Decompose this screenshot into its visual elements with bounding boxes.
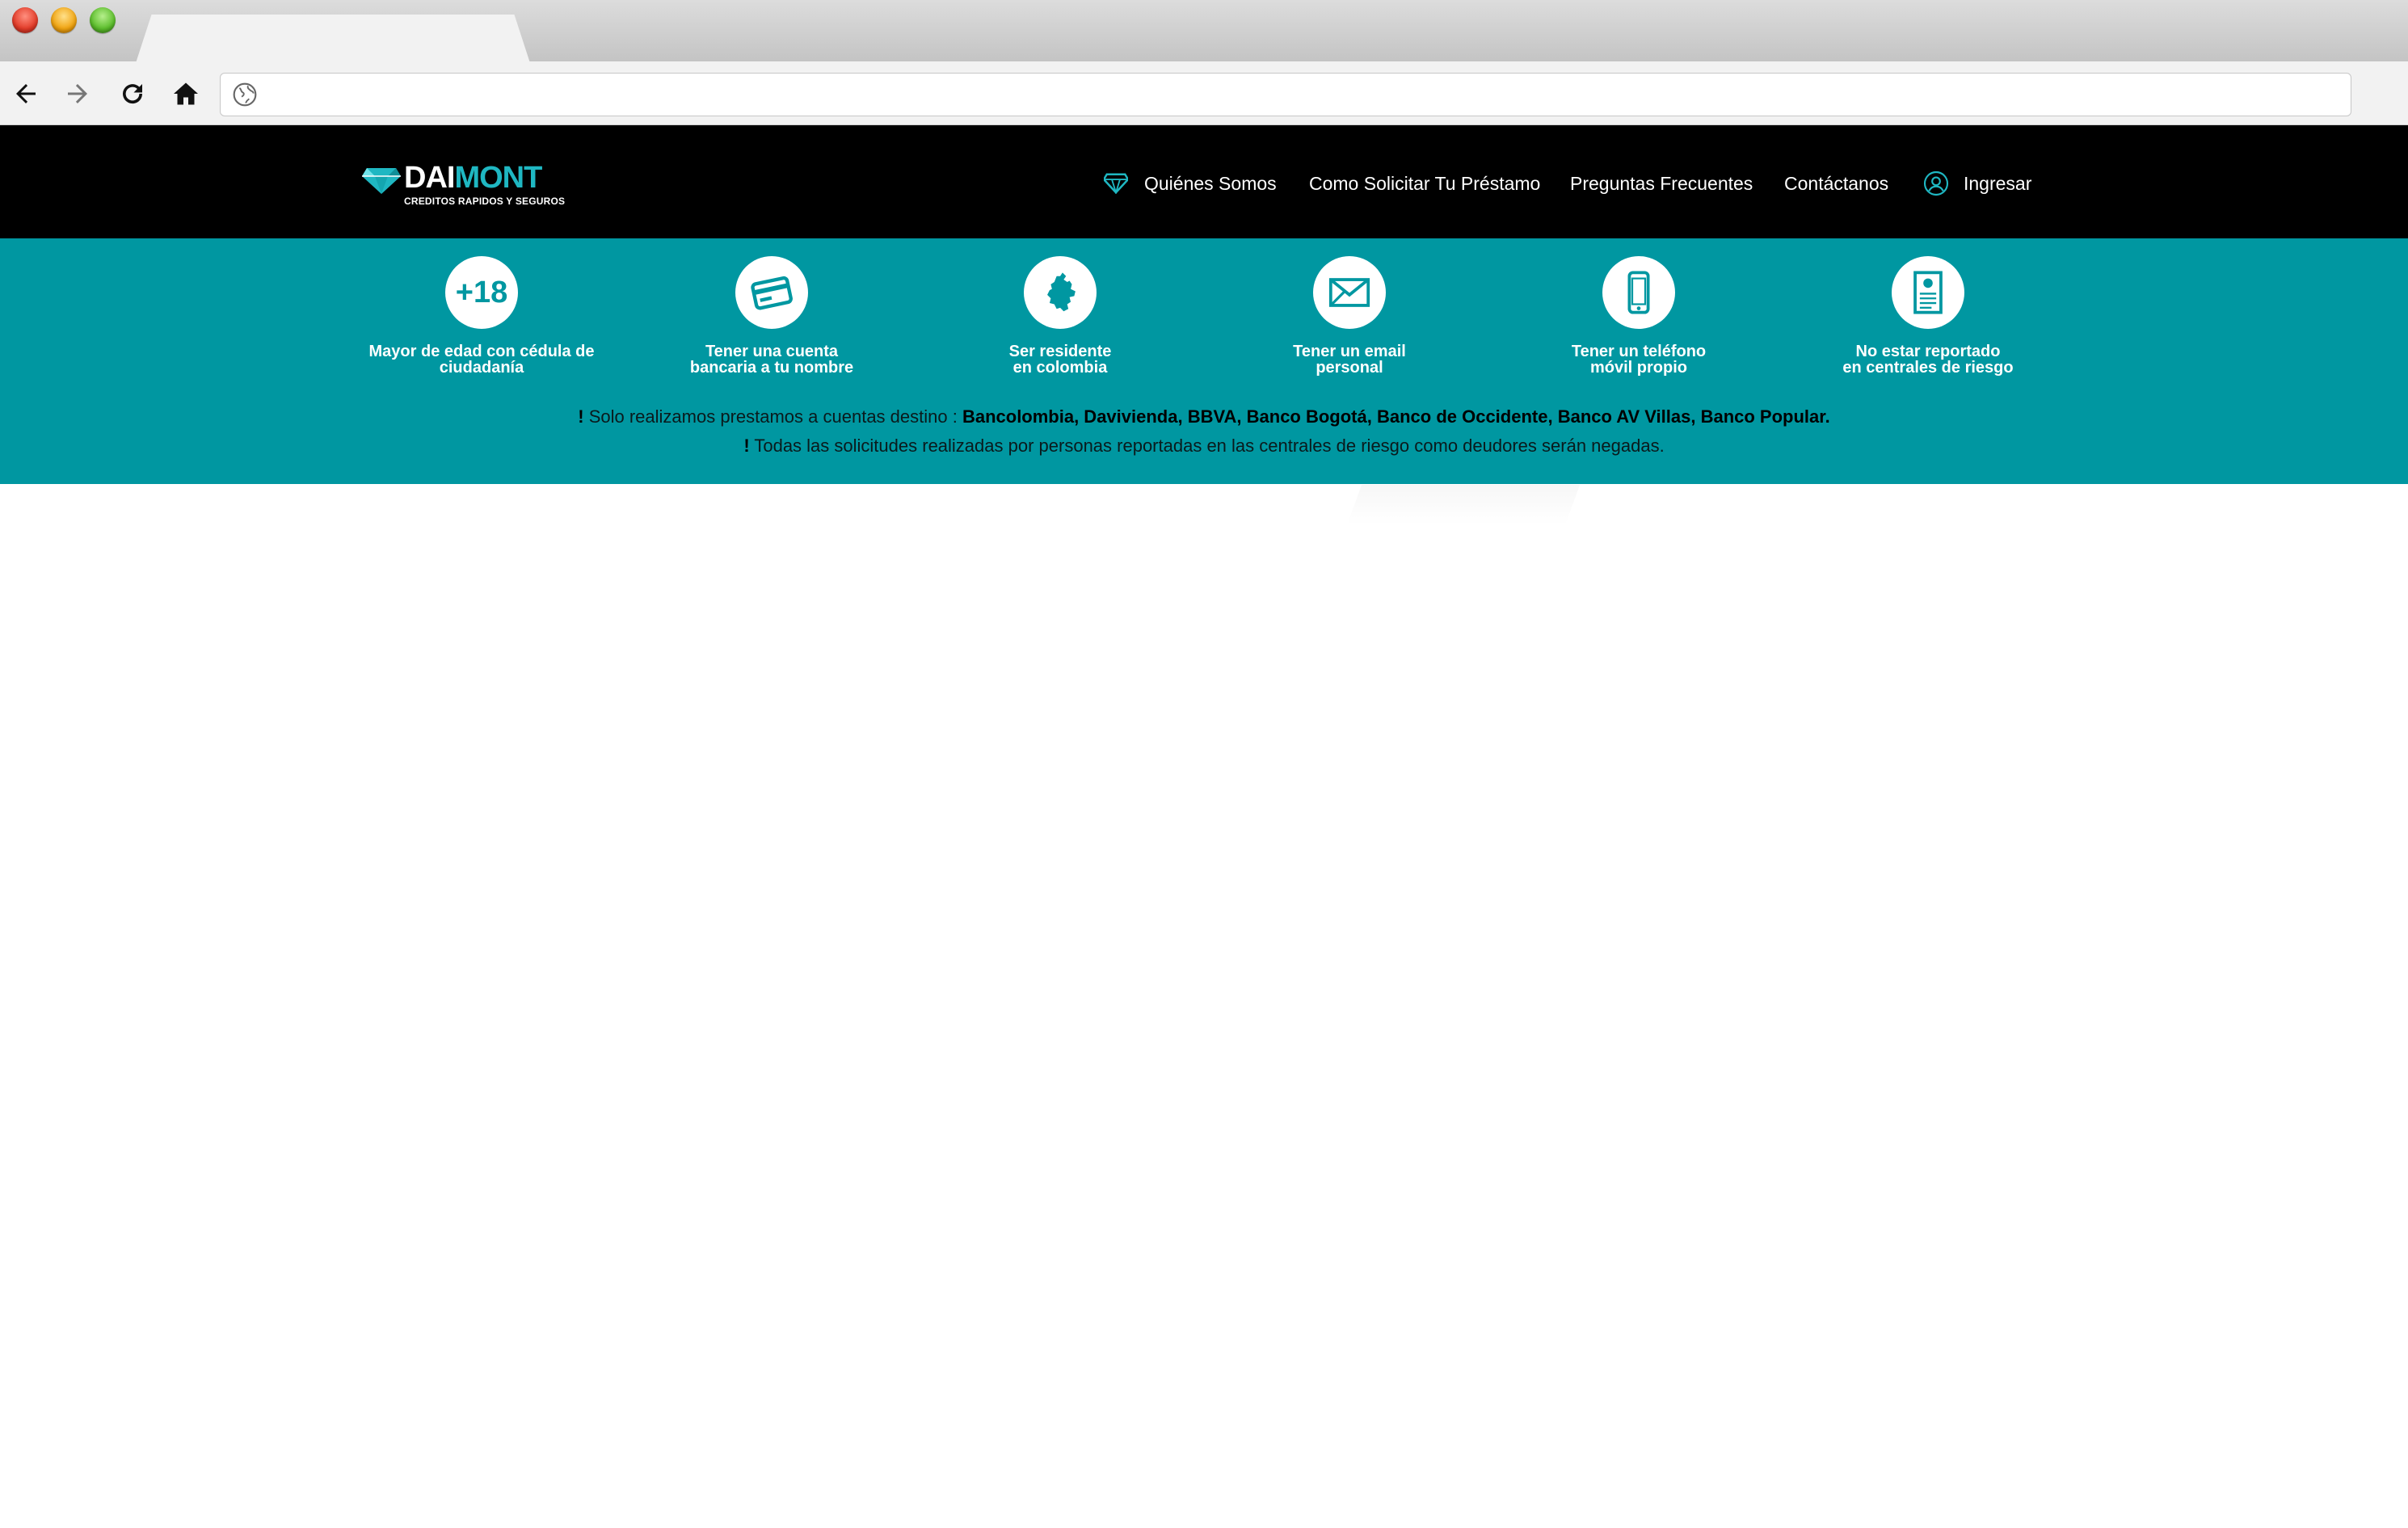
reload-button[interactable]	[116, 78, 149, 110]
minimize-window-button[interactable]	[51, 7, 77, 33]
logo-tagline: CREDITOS RAPIDOS Y SEGUROS	[404, 196, 566, 207]
mobile-phone-icon	[1627, 271, 1650, 314]
home-icon	[174, 82, 198, 105]
address-bar[interactable]	[220, 73, 2351, 116]
accepted-banks-list: Bancolombia, Davivienda, BBVA, Banco Bog…	[962, 406, 1830, 427]
nav-label: Ingresar	[1964, 172, 2032, 194]
requirement-label: Tener una cuenta bancaria a tu nombre	[689, 343, 854, 377]
globe-icon	[233, 82, 257, 107]
requirement-age: +18 Mayor de edad con cédula de ciudadan…	[360, 256, 603, 376]
diamond-icon	[1104, 173, 1128, 194]
decorative-shadow	[1346, 485, 1581, 525]
report-document-icon	[1913, 271, 1943, 314]
browser-toolbar	[0, 61, 2408, 125]
back-button[interactable]	[10, 78, 42, 110]
browser-tab[interactable]	[136, 15, 530, 63]
requirement-residence: Ser residente en colombia	[939, 256, 1181, 376]
arrow-left-icon	[16, 84, 36, 103]
requirement-phone: Tener un teléfono móvil propio	[1518, 256, 1760, 376]
diamond-logo-icon	[362, 168, 401, 194]
nav-label: Contáctanos	[1784, 172, 1889, 194]
reload-icon	[123, 84, 143, 104]
nav-preguntas-frecuentes[interactable]: Preguntas Frecuentes	[1570, 167, 1753, 200]
site-header: DAIMONT CREDITOS RAPIDOS Y SEGUROS Quién…	[0, 125, 2408, 238]
nav-como-solicitar[interactable]: Como Solicitar Tu Préstamo	[1309, 167, 1540, 200]
nav-ingresar[interactable]: Ingresar	[1923, 167, 2031, 200]
arrow-right-icon	[68, 84, 87, 103]
nav-label: Quiénes Somos	[1144, 172, 1277, 194]
credit-card-icon	[751, 276, 793, 310]
user-icon	[1923, 170, 1949, 196]
nav-contactanos[interactable]: Contáctanos	[1784, 167, 1888, 200]
notes: ! Solo realizamos prestamos a cuentas de…	[0, 402, 2408, 461]
nav-quienes-somos[interactable]: Quiénes Somos	[1104, 167, 1277, 200]
requirement-email: Tener un email personal	[1228, 256, 1471, 376]
requirement-label: No estar reportado en centrales de riesg…	[1842, 343, 2014, 377]
reported-debtors-note: ! Todas las solicitudes realizadas por p…	[743, 436, 1665, 456]
close-window-button[interactable]	[12, 7, 38, 33]
maximize-window-button[interactable]	[90, 7, 116, 33]
colombia-map-icon	[1047, 272, 1076, 312]
accepted-banks-note: ! Solo realizamos prestamos a cuentas de…	[578, 406, 1830, 427]
nav-label: Como Solicitar Tu Préstamo	[1309, 172, 1541, 194]
requirement-label: Mayor de edad con cédula de ciudadanía	[368, 343, 595, 377]
requirement-credit-report: No estar reportado en centrales de riesg…	[1807, 256, 2049, 376]
logo-wordmark: DAIMONT	[404, 161, 542, 195]
home-button[interactable]	[170, 78, 202, 110]
nav-label: Preguntas Frecuentes	[1570, 172, 1753, 194]
envelope-icon	[1328, 278, 1370, 307]
browser-title-bar	[0, 0, 2408, 63]
forward-button[interactable]	[61, 78, 94, 110]
requirements-band: +18 Mayor de edad con cédula de ciudadan…	[0, 238, 2408, 484]
requirement-bank-account: Tener una cuenta bancaria a tu nombre	[650, 256, 893, 376]
plus-18-icon: +18	[445, 256, 518, 329]
daimont-logo[interactable]: DAIMONT CREDITOS RAPIDOS Y SEGUROS	[362, 162, 580, 210]
requirement-label: Tener un teléfono móvil propio	[1571, 343, 1707, 377]
requirement-label: Ser residente en colombia	[1008, 343, 1112, 377]
requirement-label: Tener un email personal	[1293, 343, 1406, 377]
